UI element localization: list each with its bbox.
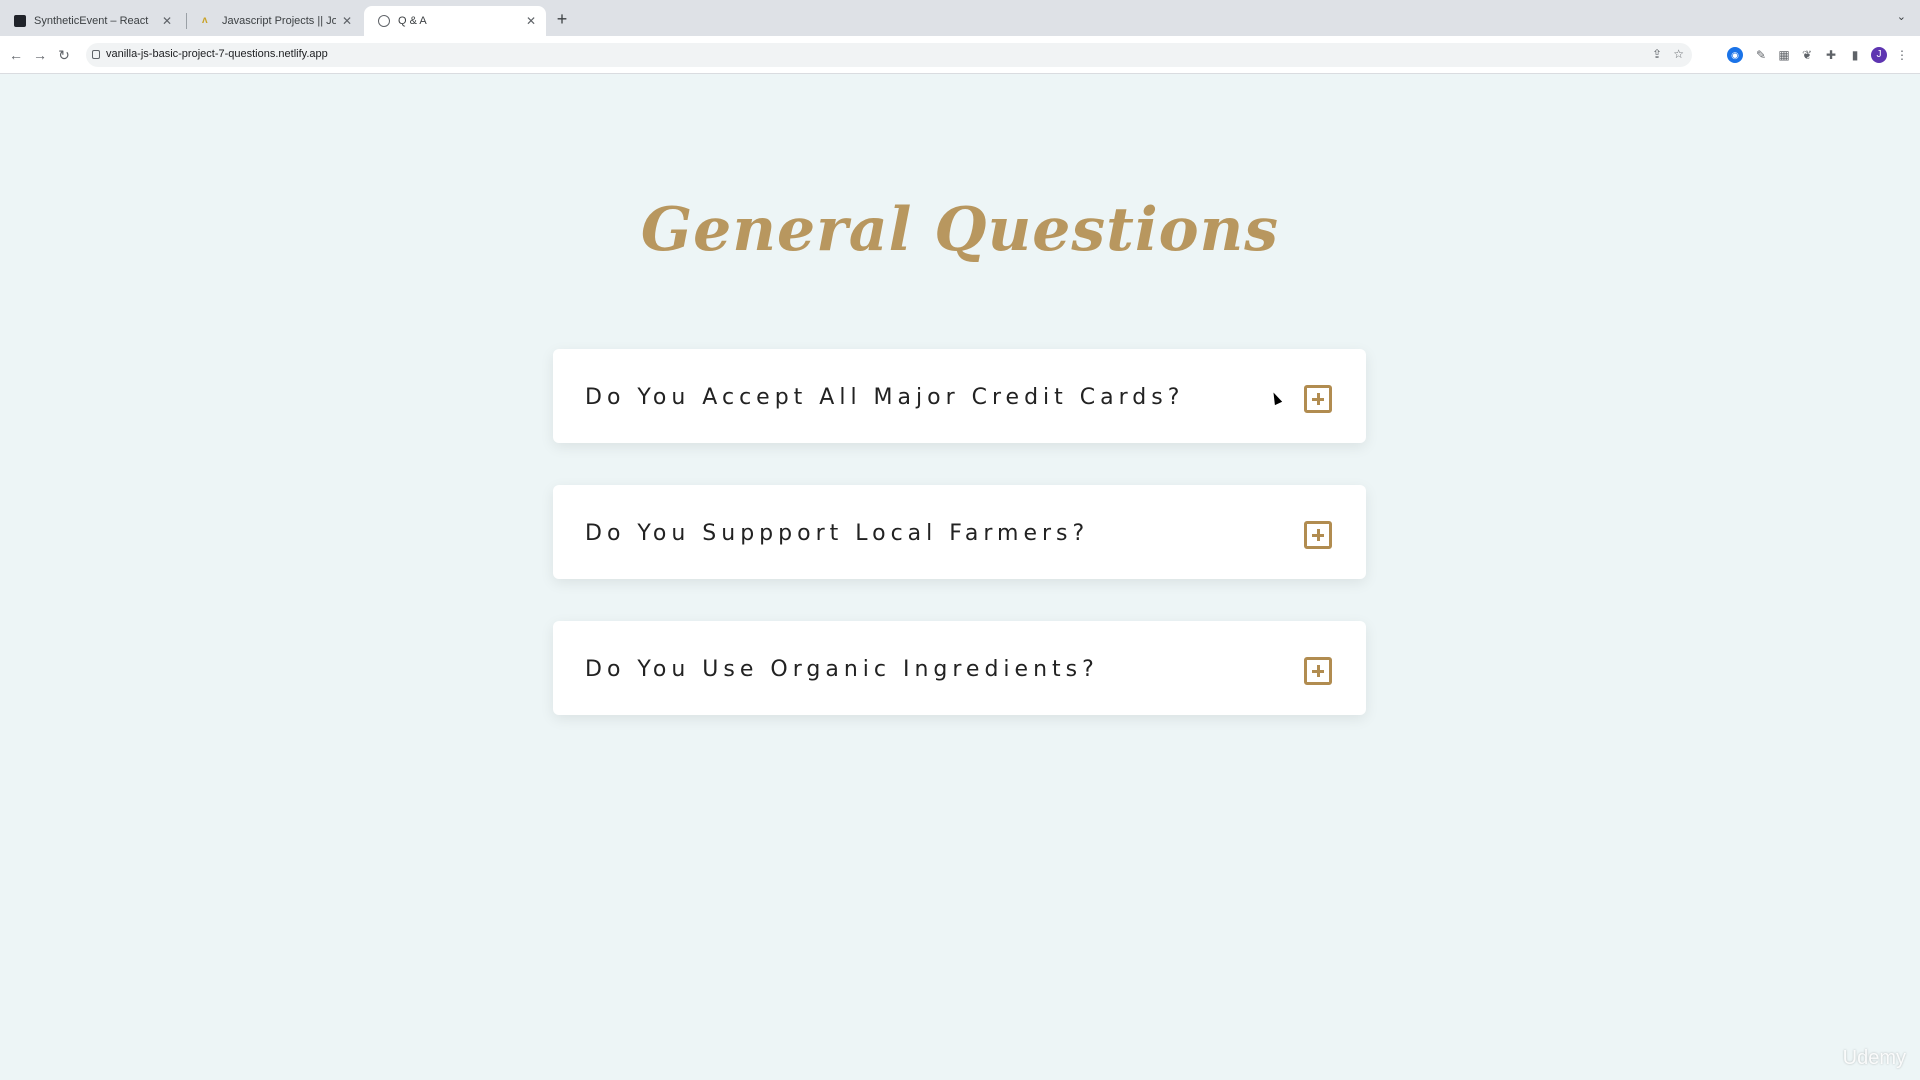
tab-separator: [186, 13, 187, 29]
js-icon: ʌ: [202, 15, 208, 26]
question-card: Do You Accept All Major Credit Cards?: [553, 349, 1366, 443]
page-title: General Questions: [640, 195, 1280, 265]
extension-icon[interactable]: ◉: [1727, 47, 1743, 63]
tab-title: Javascript Projects || John Smi: [222, 15, 336, 27]
tab-title: SyntheticEvent – React: [34, 15, 149, 27]
lock-icon: [92, 50, 100, 59]
puzzle-extensions-icon[interactable]: ✚: [1823, 47, 1839, 63]
close-icon[interactable]: ✕: [342, 14, 352, 28]
tab-search-chevron-icon[interactable]: ⌄: [1897, 10, 1906, 23]
question-text: Do You Use Organic Ingredients?: [585, 657, 1099, 682]
close-icon[interactable]: ✕: [526, 14, 536, 28]
expand-plus-icon[interactable]: [1304, 385, 1332, 413]
udemy-watermark: Udemy: [1842, 1047, 1906, 1069]
question-text: Do You Suppport Local Farmers?: [585, 521, 1090, 546]
pen-extension-icon[interactable]: ✎: [1753, 47, 1769, 63]
tab-javascript-projects[interactable]: ʌ Javascript Projects || John Smi ✕: [188, 6, 362, 36]
react-icon: [14, 15, 26, 27]
tab-synthetic-event[interactable]: SyntheticEvent – React ✕: [0, 6, 182, 36]
question-text: Do You Accept All Major Credit Cards?: [585, 385, 1185, 410]
question-card: Do You Use Organic Ingredients?: [553, 621, 1366, 715]
globe-icon: [378, 15, 390, 27]
new-tab-button[interactable]: +: [551, 8, 573, 30]
calendar-extension-icon[interactable]: ▦: [1776, 47, 1792, 63]
back-arrow-icon[interactable]: ←: [6, 45, 26, 65]
share-icon[interactable]: ⇪: [1652, 47, 1662, 61]
forward-arrow-icon[interactable]: →: [30, 45, 50, 65]
tab-q-and-a[interactable]: Q & A ✕: [364, 6, 546, 36]
bookmark-star-icon[interactable]: ☆: [1673, 47, 1684, 61]
reload-icon[interactable]: ↻: [54, 45, 74, 65]
browser-toolbar: ← → ↻ vanilla-js-basic-project-7-questio…: [0, 36, 1920, 74]
leaf-extension-icon[interactable]: ❦: [1799, 47, 1815, 63]
tab-title: Q & A: [398, 15, 427, 27]
browser-tab-strip: SyntheticEvent – React ✕ ʌ Javascript Pr…: [0, 0, 1920, 36]
url-text[interactable]: vanilla-js-basic-project-7-questions.net…: [106, 48, 328, 60]
side-panel-icon[interactable]: ▮: [1847, 47, 1863, 63]
questions-list: Do You Accept All Major Credit Cards? Do…: [553, 349, 1366, 757]
expand-plus-icon[interactable]: [1304, 521, 1332, 549]
close-icon[interactable]: ✕: [162, 14, 172, 28]
more-menu-icon[interactable]: ⋮: [1894, 47, 1910, 63]
question-card: Do You Suppport Local Farmers?: [553, 485, 1366, 579]
profile-avatar[interactable]: J: [1871, 47, 1887, 63]
address-bar[interactable]: vanilla-js-basic-project-7-questions.net…: [86, 43, 1692, 67]
expand-plus-icon[interactable]: [1304, 657, 1332, 685]
